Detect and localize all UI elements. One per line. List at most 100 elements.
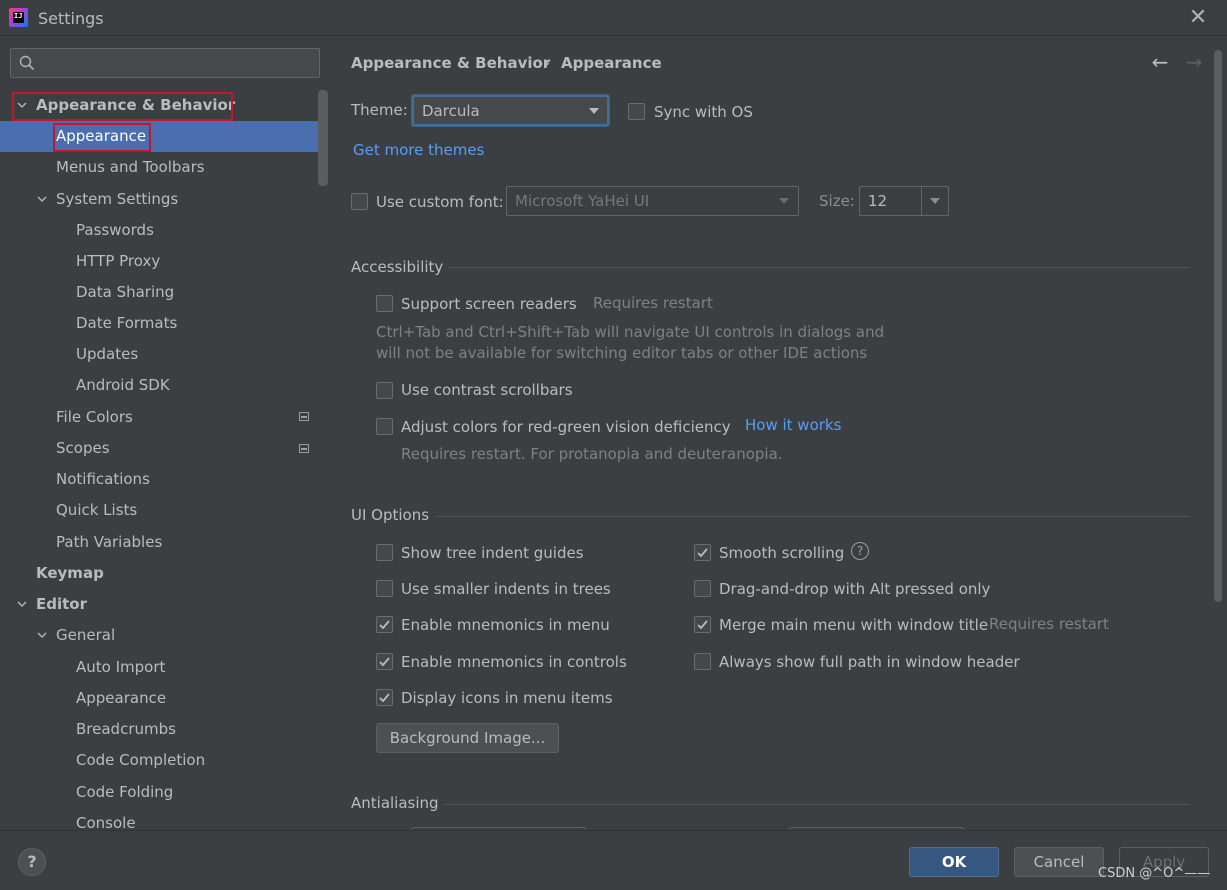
combo-divider (921, 187, 922, 215)
menu-icons-label: Display icons in menu items (401, 689, 613, 707)
mnemonics-controls-label: Enable mnemonics in controls (401, 653, 627, 671)
sidebar-item-editor[interactable]: Editor (36, 590, 87, 618)
drag-drop-alt-label: Drag-and-drop with Alt pressed only (719, 580, 991, 598)
chevron-down-icon[interactable] (17, 599, 27, 609)
dropdown-arrow-icon (930, 198, 940, 204)
accessibility-section-title: Accessibility (351, 258, 444, 276)
checkmark-icon (379, 693, 390, 703)
font-size-label: Size: (819, 192, 855, 210)
merge-menu-label: Merge main menu with window title (719, 616, 989, 634)
sidebar-item-file-colors[interactable]: File Colors (56, 403, 133, 431)
font-size-combo[interactable]: 12 (859, 186, 949, 216)
section-separator (436, 516, 1190, 517)
checkmark-icon (379, 620, 390, 630)
highlight-box (53, 123, 151, 152)
settings-search-box[interactable] (10, 48, 320, 78)
help-question-icon[interactable]: ? (851, 542, 869, 560)
mnemonics-menu-label: Enable mnemonics in menu (401, 616, 610, 634)
section-separator (448, 267, 1190, 268)
settings-content: Appearance & Behavior › Appearance ← → T… (330, 37, 1227, 830)
menu-icons-checkbox[interactable] (376, 689, 393, 706)
checkmark-icon (697, 620, 708, 630)
sidebar-item-system-settings[interactable]: System Settings (56, 185, 178, 213)
chevron-down-icon[interactable] (37, 194, 47, 204)
drag-drop-alt-checkbox[interactable] (694, 580, 711, 597)
screen-readers-label: Support screen readers (401, 295, 577, 313)
full-path-header-label: Always show full path in window header (719, 653, 1020, 671)
breadcrumb-parent: Appearance & Behavior (351, 54, 551, 72)
title-bar: IJ Settings ✕ (0, 0, 1227, 36)
dropdown-arrow-icon (779, 198, 789, 204)
vision-deficiency-checkbox[interactable] (376, 418, 393, 435)
sidebar-item-updates[interactable]: Updates (76, 340, 138, 368)
content-scrollbar[interactable] (1214, 50, 1222, 602)
forward-arrow-icon[interactable]: → (1184, 52, 1204, 72)
cancel-button[interactable]: Cancel (1014, 847, 1104, 877)
sidebar-scrollbar[interactable] (318, 90, 328, 186)
mnemonics-controls-checkbox[interactable] (376, 653, 393, 670)
smooth-scrolling-checkbox[interactable] (694, 544, 711, 561)
checkmark-icon (697, 548, 708, 558)
sync-os-label: Sync with OS (654, 103, 753, 121)
sidebar-item-notifications[interactable]: Notifications (56, 465, 150, 493)
project-settings-icon (299, 412, 309, 421)
sidebar-item-breadcrumbs[interactable]: Breadcrumbs (76, 715, 176, 743)
highlight-box (12, 92, 233, 121)
sidebar-item-auto-import[interactable]: Auto Import (76, 653, 165, 681)
font-dropdown-value: Microsoft YaHei UI (515, 192, 650, 210)
project-settings-icon (299, 444, 309, 453)
custom-font-label: Use custom font: (376, 193, 504, 211)
selected-row-highlight (0, 121, 318, 152)
sidebar-item-general[interactable]: General (56, 621, 115, 649)
dropdown-arrow-icon (589, 108, 599, 114)
ui-options-section-title: UI Options (351, 506, 430, 524)
ok-button[interactable]: OK (909, 847, 999, 877)
full-path-header-checkbox[interactable] (694, 653, 711, 670)
custom-font-checkbox[interactable] (351, 193, 368, 210)
sidebar-item-menus-toolbars[interactable]: Menus and Toolbars (56, 153, 205, 181)
section-separator (444, 804, 1190, 805)
how-it-works-link[interactable]: How it works (745, 416, 841, 434)
contrast-scrollbars-checkbox[interactable] (376, 382, 393, 399)
checkmark-icon (379, 657, 390, 667)
close-icon[interactable]: ✕ (1187, 7, 1209, 29)
breadcrumb-current: Appearance (561, 54, 662, 72)
sidebar-item-code-folding[interactable]: Code Folding (76, 778, 173, 806)
smooth-scrolling-label: Smooth scrolling (719, 544, 845, 562)
sidebar-item-date-formats[interactable]: Date Formats (76, 309, 177, 337)
sidebar-item-keymap[interactable]: Keymap (36, 559, 104, 587)
theme-dropdown-value: Darcula (422, 102, 480, 120)
theme-dropdown[interactable]: Darcula (412, 95, 609, 126)
get-more-themes-link[interactable]: Get more themes (353, 141, 484, 159)
sidebar-item-data-sharing[interactable]: Data Sharing (76, 278, 174, 306)
sidebar-item-passwords[interactable]: Passwords (76, 216, 154, 244)
sidebar-item-android-sdk[interactable]: Android SDK (76, 371, 170, 399)
sidebar-item-scopes[interactable]: Scopes (56, 434, 110, 462)
screen-readers-checkbox[interactable] (376, 295, 393, 312)
background-image-button[interactable]: Background Image... (376, 723, 559, 753)
sidebar-item-editor-appearance[interactable]: Appearance (76, 684, 166, 712)
sidebar-item-console[interactable]: Console (76, 809, 136, 830)
tree-indent-guides-checkbox[interactable] (376, 544, 393, 561)
sidebar-item-http-proxy[interactable]: HTTP Proxy (76, 247, 160, 275)
screen-readers-hint: Requires restart (593, 294, 713, 312)
intellij-logo-icon: IJ (9, 8, 28, 27)
settings-sidebar: Appearance & Behavior Appearance Menus a… (0, 37, 330, 830)
vision-deficiency-description: Requires restart. For protanopia and deu… (401, 445, 783, 463)
breadcrumb-separator: › (544, 54, 550, 72)
tree-indent-guides-label: Show tree indent guides (401, 544, 584, 562)
back-arrow-icon[interactable]: ← (1150, 52, 1170, 72)
vision-deficiency-label: Adjust colors for red-green vision defic… (401, 418, 731, 436)
sidebar-item-path-variables[interactable]: Path Variables (56, 528, 162, 556)
search-input[interactable] (47, 52, 312, 74)
sidebar-item-quick-lists[interactable]: Quick Lists (56, 496, 137, 524)
chevron-down-icon[interactable] (37, 630, 47, 640)
help-button[interactable]: ? (18, 848, 46, 876)
merge-menu-checkbox[interactable] (694, 616, 711, 633)
sidebar-item-code-completion[interactable]: Code Completion (76, 746, 205, 774)
font-dropdown[interactable]: Microsoft YaHei UI (506, 186, 799, 216)
sync-os-checkbox[interactable] (628, 103, 645, 120)
font-size-value: 12 (868, 192, 888, 210)
smaller-indents-checkbox[interactable] (376, 580, 393, 597)
mnemonics-menu-checkbox[interactable] (376, 616, 393, 633)
